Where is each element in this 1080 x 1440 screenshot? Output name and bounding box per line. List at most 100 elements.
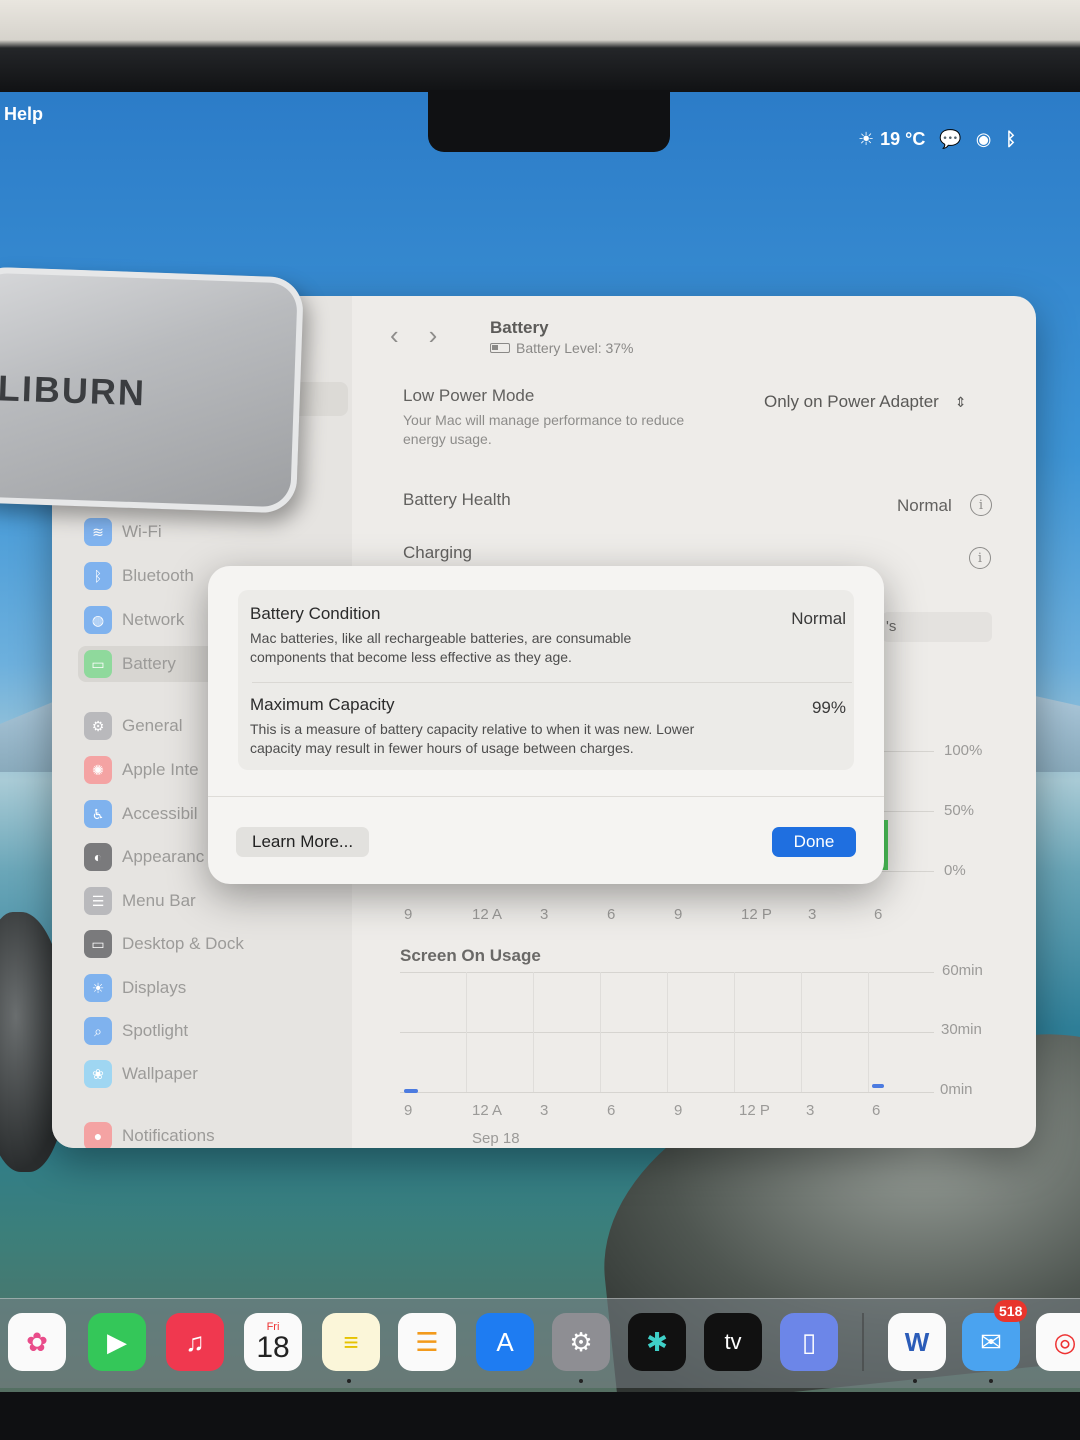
chrome-app-icon[interactable]: ◎ bbox=[1036, 1313, 1080, 1371]
reminders-app-icon[interactable]: ☰ bbox=[398, 1313, 456, 1371]
maximum-capacity-value: 99% bbox=[811, 698, 846, 717]
usage-x-label: 9 bbox=[674, 1102, 683, 1119]
low-power-mode-description-1: Your Mac will manage performance to redu… bbox=[403, 412, 685, 428]
sidebar-item-label: Menu Bar bbox=[122, 891, 196, 910]
usage-x-label: 12 P bbox=[739, 1102, 770, 1119]
airdrop-icon[interactable]: ◉ bbox=[976, 129, 992, 150]
sidebar-item-label: Network bbox=[122, 610, 185, 629]
sidebar-item-label: General bbox=[122, 716, 183, 735]
calendar-day: 18 bbox=[256, 1331, 290, 1364]
up-down-chevron-icon: ⇕ bbox=[954, 393, 967, 410]
low-power-mode-select[interactable]: Only on Power Adapter ⇕ bbox=[764, 392, 967, 412]
maximum-capacity-description-1: This is a measure of battery capacity re… bbox=[250, 721, 695, 737]
foreground-device: ALIBURN bbox=[0, 266, 305, 514]
maximum-capacity-title: Maximum Capacity bbox=[250, 695, 395, 714]
usage-bar bbox=[404, 1089, 418, 1093]
photos-app-icon[interactable]: ✿ bbox=[8, 1313, 66, 1371]
usage-y-label: 0min bbox=[940, 1081, 973, 1098]
dialog-card-divider bbox=[252, 682, 852, 683]
sidebar-item-label: Spotlight bbox=[122, 1021, 189, 1040]
sidebar-item-menu-bar[interactable]: ☰ Menu Bar bbox=[84, 883, 324, 919]
system-settings-app-icon[interactable]: ⚙ bbox=[552, 1313, 610, 1371]
facetime-app-icon[interactable]: ▶ bbox=[88, 1313, 146, 1371]
charging-info-icon[interactable]: i bbox=[969, 547, 991, 569]
screen-on-usage-title: Screen On Usage bbox=[400, 946, 541, 965]
usage-bar bbox=[872, 1084, 884, 1088]
chart-vgridline bbox=[868, 972, 869, 1092]
weather-widget[interactable]: ☀ 19 °C bbox=[858, 129, 925, 150]
camera-notch bbox=[428, 90, 670, 152]
battery-icon: ▭ bbox=[84, 650, 112, 678]
weather-temperature: 19 °C bbox=[880, 128, 926, 149]
level-y-label: 0% bbox=[944, 862, 966, 879]
level-x-label: 12 P bbox=[741, 906, 772, 923]
sidebar-item-spotlight[interactable]: ⌕ Spotlight bbox=[84, 1013, 324, 1049]
sidebar-item-label: Battery bbox=[122, 654, 176, 673]
battery-level-icon bbox=[490, 343, 510, 353]
device-brand-text: ALIBURN bbox=[0, 366, 147, 414]
wifi-icon: ≋ bbox=[84, 518, 112, 546]
simulator-app-icon[interactable]: ▯ bbox=[780, 1313, 838, 1371]
sidebar-item-desktop-dock[interactable]: ▭ Desktop & Dock bbox=[84, 926, 324, 962]
chart-vgridline bbox=[801, 972, 802, 1092]
apple-tv-app-icon[interactable]: tv bbox=[704, 1313, 762, 1371]
level-x-label: 9 bbox=[674, 906, 683, 923]
sidebar-item-label: Desktop & Dock bbox=[122, 934, 244, 953]
globe-icon: ◍ bbox=[84, 606, 112, 634]
perplexity-app-icon[interactable]: ✱ bbox=[628, 1313, 686, 1371]
charging-title: Charging bbox=[403, 543, 472, 562]
laptop-top-bezel bbox=[0, 0, 1080, 92]
accessibility-icon: ♿ bbox=[84, 800, 112, 828]
low-power-mode-value: Only on Power Adapter bbox=[764, 392, 939, 411]
battery-condition-description-2: components that become less effective as… bbox=[250, 649, 572, 665]
back-chevron-icon[interactable]: ‹ bbox=[390, 320, 399, 351]
calendar-app-icon[interactable]: Fri 18 bbox=[244, 1313, 302, 1371]
low-power-mode-title: Low Power Mode bbox=[403, 386, 535, 405]
chart-vgridline bbox=[734, 972, 735, 1092]
sidebar-item-displays[interactable]: ☀ Displays bbox=[84, 970, 324, 1006]
forward-chevron-icon[interactable]: › bbox=[429, 320, 438, 351]
running-indicator bbox=[347, 1379, 351, 1383]
level-x-label: 6 bbox=[607, 906, 616, 923]
battery-condition-title: Battery Condition bbox=[250, 604, 381, 623]
notes-app-icon[interactable]: ≡ bbox=[322, 1313, 380, 1371]
chart-range-segment[interactable]: 's bbox=[882, 612, 992, 642]
sidebar-item-label: Notifications bbox=[122, 1126, 215, 1145]
usage-x-label: 9 bbox=[404, 1102, 413, 1119]
displays-icon: ☀ bbox=[84, 974, 112, 1002]
menu-bar-icon: ☰ bbox=[84, 887, 112, 915]
sidebar-item-label: Wallpaper bbox=[122, 1064, 198, 1083]
sidebar-item-label: Accessibil bbox=[122, 804, 198, 823]
mail-unread-badge: 518 bbox=[994, 1300, 1028, 1322]
level-x-label: 6 bbox=[874, 906, 883, 923]
sidebar-item-wallpaper[interactable]: ❀ Wallpaper bbox=[84, 1056, 324, 1092]
word-app-icon[interactable]: W bbox=[888, 1313, 946, 1371]
notifications-icon: ● bbox=[84, 1122, 112, 1148]
sidebar-item-notifications[interactable]: ● Notifications bbox=[84, 1118, 324, 1148]
bluetooth-icon[interactable]: ᛒ bbox=[1006, 129, 1017, 150]
battery-health-info-icon[interactable]: i bbox=[970, 494, 992, 516]
level-x-label: 3 bbox=[540, 906, 549, 923]
usage-x-label: 3 bbox=[806, 1102, 815, 1119]
laptop-bottom-bezel bbox=[0, 1392, 1080, 1440]
battery-condition-description-1: Mac batteries, like all rechargeable bat… bbox=[250, 630, 632, 646]
level-x-label: 12 A bbox=[472, 906, 503, 923]
level-x-label: 3 bbox=[808, 906, 817, 923]
chart-gridline bbox=[400, 1092, 934, 1093]
learn-more-button[interactable]: Learn More... bbox=[236, 827, 370, 857]
sidebar-item-label: Displays bbox=[122, 978, 187, 997]
chart-vgridline bbox=[533, 972, 534, 1092]
menu-help[interactable]: Help bbox=[4, 104, 43, 125]
battery-condition-value: Normal bbox=[791, 609, 846, 628]
messages-status-icon[interactable]: 💬 bbox=[939, 129, 961, 150]
low-power-mode-description-2: energy usage. bbox=[403, 431, 492, 447]
battery-level-status: Battery Level: 37% bbox=[490, 340, 634, 356]
done-button[interactable]: Done bbox=[772, 827, 856, 857]
sidebar-item-label: Wi-Fi bbox=[122, 522, 162, 541]
sidebar-item-wifi[interactable]: ≋ Wi-Fi bbox=[84, 514, 324, 550]
app-store-icon[interactable]: A bbox=[476, 1313, 534, 1371]
sun-icon: ☀ bbox=[858, 128, 875, 149]
music-app-icon[interactable]: ♫ bbox=[166, 1313, 224, 1371]
word-label: W bbox=[904, 1326, 930, 1357]
sidebar-item-label: Bluetooth bbox=[122, 566, 194, 585]
